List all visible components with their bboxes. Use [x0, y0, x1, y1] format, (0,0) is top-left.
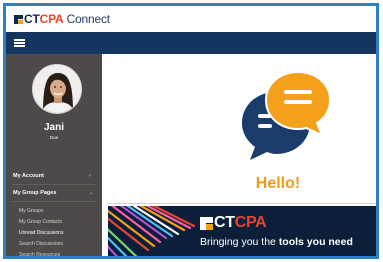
logo-prefix: CT — [24, 12, 40, 26]
banner-tagline: Bringing you the tools you need — [200, 236, 353, 248]
ctcpa-connect-logo[interactable]: CTCPA Connect — [14, 12, 110, 26]
user-subtitle: Doe — [49, 135, 59, 140]
logo-text: CTCPA Connect — [24, 12, 110, 26]
user-name: Jani — [43, 122, 64, 133]
app-frame: CTCPA Connect Jani Doe My Account › My G… — [3, 3, 379, 259]
sidebar: Jani Doe My Account › My Group Pages ⌄ M… — [6, 54, 102, 256]
main-navbar — [6, 32, 376, 54]
logo-mark-icon — [200, 216, 213, 230]
chat-bubbles-icon — [238, 70, 334, 167]
greeting-heading: Hello! — [255, 175, 301, 192]
logo-mark-icon — [14, 14, 23, 24]
sidebar-item-my-group-pages[interactable]: My Group Pages ⌄ — [13, 190, 93, 196]
main-content: Hello! CTCPA Bringing you the tools you … — [102, 54, 376, 256]
banner-logo-accent: CPA — [234, 214, 267, 231]
chevron-right-icon: › — [89, 173, 91, 179]
sidebar-item-search-resources[interactable]: Search Resources — [19, 252, 60, 256]
sidebar-item-label: My Account — [13, 173, 44, 179]
banner-logo-prefix: CT — [214, 214, 235, 231]
banner-logo: CTCPA — [200, 214, 267, 232]
sidebar-item-my-account[interactable]: My Account › — [13, 173, 91, 179]
content-divider — [108, 203, 376, 204]
banner-logo-text: CTCPA — [214, 214, 267, 232]
tagline-strong: tools you need — [278, 236, 353, 248]
logo-accent: CPA — [39, 12, 64, 26]
tagline-start: Bringing you the — [200, 236, 279, 248]
sidebar-item-my-group-contacts[interactable]: My Group Contacts — [19, 219, 62, 225]
top-header: CTCPA Connect — [6, 6, 376, 32]
ctcpa-banner[interactable]: CTCPA Bringing you the tools you need — [108, 206, 376, 256]
sidebar-item-my-groups[interactable]: My Groups — [19, 208, 43, 214]
user-photo — [33, 65, 81, 113]
banner-art — [108, 206, 200, 256]
logo-suffix: Connect — [63, 12, 111, 26]
chevron-down-icon: ⌄ — [89, 190, 94, 196]
sidebar-item-unread-discussions[interactable]: Unread Discussions — [19, 230, 63, 236]
sidebar-item-label: My Group Pages — [13, 190, 57, 196]
sidebar-divider — [12, 201, 96, 202]
hamburger-icon[interactable] — [14, 39, 25, 47]
avatar[interactable] — [32, 64, 82, 114]
sidebar-divider — [12, 184, 96, 185]
sidebar-item-search-discussions[interactable]: Search Discussions — [19, 241, 63, 247]
